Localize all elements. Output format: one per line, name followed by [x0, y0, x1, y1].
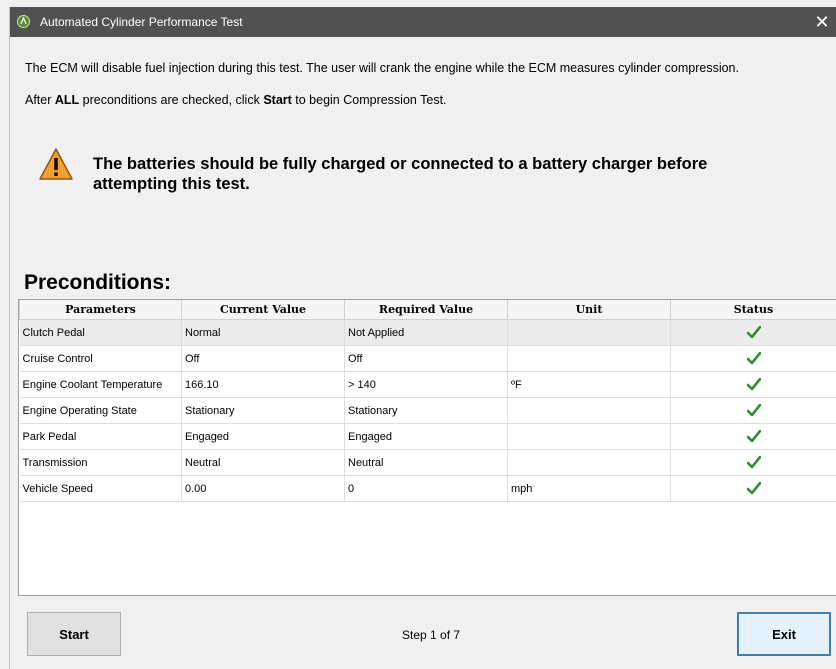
- title-bar[interactable]: Automated Cylinder Performance Test ✕: [10, 7, 836, 37]
- parameter-cell: Engine Operating State: [19, 397, 182, 424]
- preconditions-heading: Preconditions:: [24, 271, 172, 294]
- checkmark-icon: [746, 377, 761, 391]
- required-value-cell: Engaged: [344, 423, 508, 450]
- column-header-status[interactable]: Status: [670, 300, 836, 320]
- instruction-text: After ALL preconditions are checked, cli…: [25, 93, 447, 107]
- exit-button[interactable]: Exit: [737, 612, 831, 656]
- checkmark-icon: [746, 403, 761, 417]
- parameter-cell: Clutch Pedal: [19, 319, 182, 346]
- start-button[interactable]: Start: [27, 612, 121, 656]
- checkmark-icon: [746, 325, 761, 339]
- unit-cell: ºF: [507, 371, 671, 398]
- unit-cell: [507, 423, 671, 450]
- checkmark-icon: [746, 455, 761, 469]
- parameter-cell: Vehicle Speed: [19, 475, 182, 502]
- current-value-cell: Neutral: [181, 449, 345, 476]
- required-value-cell: Off: [344, 345, 508, 372]
- unit-cell: [507, 449, 671, 476]
- column-header-current-value[interactable]: Current Value: [181, 300, 345, 320]
- table-row[interactable]: Transmission Neutral Neutral: [19, 449, 836, 476]
- intro-text: The ECM will disable fuel injection duri…: [25, 61, 739, 75]
- status-cell: [670, 371, 836, 398]
- close-button[interactable]: ✕: [807, 7, 836, 37]
- table-header-row: Parameters Current Value Required Value …: [19, 300, 836, 320]
- required-value-cell: 0: [344, 475, 508, 502]
- close-icon: ✕: [814, 12, 830, 32]
- unit-cell: mph: [507, 475, 671, 502]
- current-value-cell: Stationary: [181, 397, 345, 424]
- checkmark-icon: [746, 429, 761, 443]
- checkmark-icon: [746, 481, 761, 495]
- required-value-cell: Stationary: [344, 397, 508, 424]
- current-value-cell: Normal: [181, 319, 345, 346]
- current-value-cell: Off: [181, 345, 345, 372]
- parameter-cell: Cruise Control: [19, 345, 182, 372]
- table-row[interactable]: Vehicle Speed 0.00 0 mph: [19, 475, 836, 502]
- warning-triangle-icon: [39, 148, 73, 180]
- dialog-window: Automated Cylinder Performance Test ✕ Th…: [9, 7, 836, 669]
- table-row[interactable]: Engine Operating State Stationary Statio…: [19, 397, 836, 424]
- status-cell: [670, 475, 836, 502]
- checkmark-icon: [746, 351, 761, 365]
- warning-message: The batteries should be fully charged or…: [93, 155, 708, 193]
- parameter-cell: Engine Coolant Temperature: [19, 371, 182, 398]
- status-cell: [670, 319, 836, 346]
- status-cell: [670, 449, 836, 476]
- step-indicator: Step 1 of 7: [402, 628, 461, 642]
- status-cell: [670, 423, 836, 450]
- current-value-cell: 0.00: [181, 475, 345, 502]
- table-row[interactable]: Cruise Control Off Off: [19, 345, 836, 372]
- status-cell: [670, 345, 836, 372]
- table-row[interactable]: Engine Coolant Temperature 166.10 > 140 …: [19, 371, 836, 398]
- column-header-required-value[interactable]: Required Value: [344, 300, 508, 320]
- parameter-cell: Park Pedal: [19, 423, 182, 450]
- app-logo-icon: [17, 15, 30, 28]
- table-row[interactable]: Clutch Pedal Normal Not Applied: [19, 319, 836, 346]
- column-header-unit[interactable]: Unit: [507, 300, 671, 320]
- unit-cell: [507, 345, 671, 372]
- column-header-parameters[interactable]: Parameters: [19, 300, 182, 320]
- status-cell: [670, 397, 836, 424]
- unit-cell: [507, 397, 671, 424]
- preconditions-table[interactable]: Parameters Current Value Required Value …: [18, 299, 836, 596]
- table-row[interactable]: Park Pedal Engaged Engaged: [19, 423, 836, 450]
- window-title: Automated Cylinder Performance Test: [40, 15, 243, 29]
- unit-cell: [507, 319, 671, 346]
- current-value-cell: 166.10: [181, 371, 345, 398]
- parameter-cell: Transmission: [19, 449, 182, 476]
- required-value-cell: Neutral: [344, 449, 508, 476]
- current-value-cell: Engaged: [181, 423, 345, 450]
- required-value-cell: > 140: [344, 371, 508, 398]
- required-value-cell: Not Applied: [344, 319, 508, 346]
